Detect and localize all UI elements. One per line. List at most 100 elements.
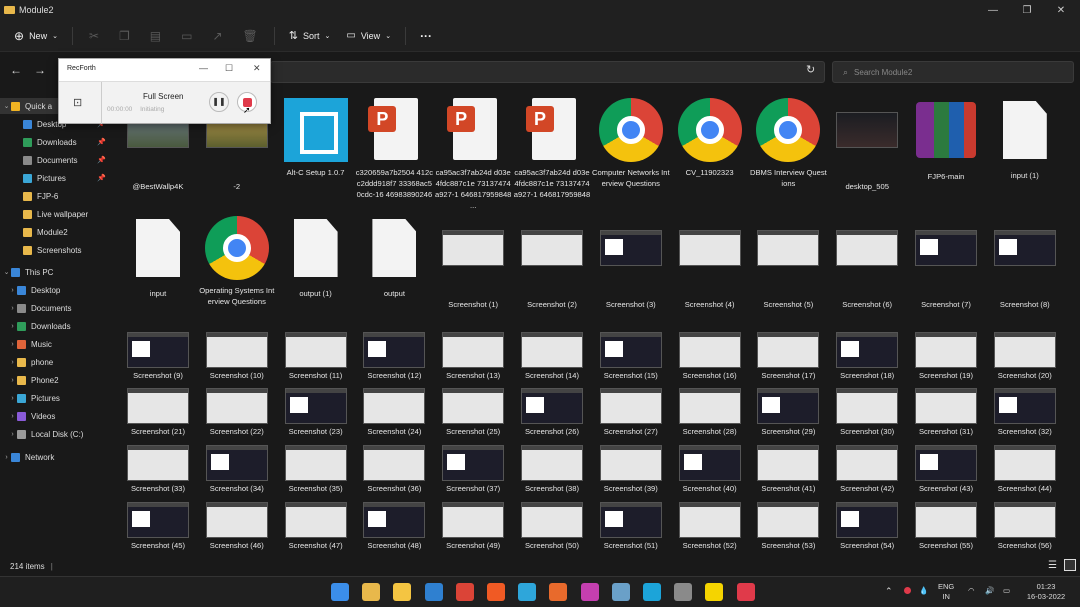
sidebar-item[interactable]: › phone (0, 354, 112, 370)
sidebar-item[interactable]: Module2 (0, 224, 112, 240)
file-item[interactable]: Screenshot (53) (749, 502, 827, 551)
file-item[interactable]: Screenshot (20) (986, 332, 1064, 381)
file-item[interactable]: Screenshot (5) (749, 216, 827, 310)
paste-icon[interactable]: ▤ (140, 24, 171, 48)
file-item[interactable]: input (119, 216, 197, 299)
cut-icon[interactable]: ✂ (79, 24, 109, 48)
file-item[interactable]: Screenshot (15) (592, 332, 670, 381)
copy-icon[interactable]: ❐ (109, 24, 140, 48)
file-item[interactable]: Screenshot (23) (277, 388, 355, 437)
wifi-icon[interactable]: ◠ (968, 586, 975, 596)
file-item[interactable]: Screenshot (38) (513, 445, 591, 494)
screen-source-icon[interactable]: ⊡ (73, 96, 82, 109)
more-options-button[interactable]: ··· (412, 24, 440, 48)
file-item[interactable]: CV_11902323 (671, 98, 749, 178)
file-item[interactable]: Screenshot (7) (907, 216, 985, 310)
file-item[interactable]: Screenshot (26) (513, 388, 591, 437)
file-item[interactable]: Operating Systems Interview Questions (198, 216, 276, 307)
file-item[interactable]: Screenshot (33) (119, 445, 197, 494)
chevron-right-icon[interactable]: › (8, 377, 17, 384)
sidebar-item[interactable]: › Phone2 (0, 372, 112, 388)
sticky-notes-icon[interactable] (705, 583, 724, 601)
chevron-right-icon[interactable]: › (8, 359, 17, 366)
altc-icon[interactable] (643, 583, 661, 601)
rename-icon[interactable]: ▭ (171, 24, 202, 48)
file-item[interactable]: Screenshot (8) (986, 216, 1064, 310)
file-item[interactable]: Screenshot (31) (907, 388, 985, 437)
chrome-icon[interactable] (455, 583, 474, 601)
address-bar[interactable]: ⌄ (270, 61, 864, 83)
file-item[interactable]: Screenshot (2) (513, 216, 591, 310)
settings-icon[interactable] (674, 583, 693, 601)
file-item[interactable]: FJP6-main (907, 98, 985, 182)
refresh-icon[interactable]: ↻ (806, 63, 815, 76)
file-item[interactable]: Screenshot (14) (513, 332, 591, 381)
sidebar-item[interactable]: Downloads 📌 (0, 134, 112, 150)
recforth-icon[interactable] (736, 583, 755, 601)
recorder-tray-icon[interactable] (904, 587, 911, 594)
delete-icon[interactable]: 🗑 (233, 24, 268, 48)
file-item[interactable]: Screenshot (29) (749, 388, 827, 437)
sidebar-item[interactable]: › Documents (0, 300, 112, 316)
recorder-maximize-button[interactable]: ☐ (225, 63, 233, 74)
language-indicator[interactable]: ENG IN (938, 582, 954, 602)
details-view-icon[interactable]: ☰ (1048, 560, 1057, 571)
sidebar-item[interactable]: › Pictures (0, 390, 112, 406)
chevron-right-icon[interactable]: › (8, 431, 17, 438)
file-item[interactable]: Screenshot (13) (434, 332, 512, 381)
file-item[interactable]: Screenshot (24) (355, 388, 433, 437)
sidebar-item[interactable]: › Local Disk (C:) (0, 426, 112, 442)
file-item[interactable]: Screenshot (42) (828, 445, 906, 494)
file-item[interactable]: Screenshot (34) (198, 445, 276, 494)
file-item[interactable]: Pca95ac3f7ab24d d03e4fdc887c1e 73137474a… (513, 98, 591, 200)
file-item[interactable]: Screenshot (54) (828, 502, 906, 551)
file-item[interactable]: Screenshot (9) (119, 332, 197, 381)
file-item[interactable]: output (1) (277, 216, 355, 299)
gallery-icon[interactable] (611, 583, 630, 601)
sidebar-item[interactable]: Live wallpaper (0, 206, 112, 222)
file-item[interactable]: Screenshot (16) (671, 332, 749, 381)
file-item[interactable]: Screenshot (21) (119, 388, 197, 437)
recorder-minimize-button[interactable]: — (199, 63, 208, 73)
file-item[interactable]: Screenshot (11) (277, 332, 355, 381)
file-item[interactable]: Screenshot (32) (986, 388, 1064, 437)
file-item[interactable]: Screenshot (50) (513, 502, 591, 551)
sidebar-item[interactable]: › Network (0, 449, 112, 465)
file-item[interactable]: Screenshot (36) (355, 445, 433, 494)
chevron-right-icon[interactable]: › (8, 395, 17, 402)
chevron-right-icon[interactable]: › (2, 454, 11, 461)
new-button[interactable]: ⊕ New ⌄ (6, 24, 66, 48)
file-item[interactable]: Screenshot (12) (355, 332, 433, 381)
sidebar-item[interactable]: › Videos (0, 408, 112, 424)
file-item[interactable]: Screenshot (18) (828, 332, 906, 381)
file-item[interactable]: Screenshot (1) (434, 216, 512, 310)
chevron-right-icon[interactable]: › (8, 341, 17, 348)
file-item[interactable]: Screenshot (47) (277, 502, 355, 551)
file-item[interactable]: Screenshot (25) (434, 388, 512, 437)
file-item[interactable]: Pca95ac3f7ab24d d03e4fdc887c1e 73137474a… (434, 98, 512, 211)
chevron-right-icon[interactable]: › (8, 413, 17, 420)
pause-button[interactable]: ❚❚ (209, 92, 229, 112)
brave-icon[interactable] (487, 583, 505, 601)
file-item[interactable]: input (1) (986, 98, 1064, 181)
file-item[interactable]: Screenshot (6) (828, 216, 906, 310)
tiles-view-icon[interactable] (1064, 559, 1076, 571)
vscode-icon[interactable] (424, 583, 443, 601)
file-item[interactable]: Screenshot (52) (671, 502, 749, 551)
forward-icon[interactable]: → (34, 63, 46, 77)
file-item[interactable]: Screenshot (56) (986, 502, 1064, 551)
view-button[interactable]: ▭ View ⌄ (338, 24, 399, 48)
file-item[interactable]: Alt-C Setup 1.0.7 (277, 98, 355, 178)
chevron-right-icon[interactable]: › (8, 305, 17, 312)
sidebar-item[interactable]: FJP-6 (0, 188, 112, 204)
file-explorer-icon[interactable] (393, 583, 412, 601)
chevron-right-icon[interactable]: › (8, 323, 17, 330)
file-item[interactable]: Screenshot (35) (277, 445, 355, 494)
file-item[interactable]: Screenshot (17) (749, 332, 827, 381)
sidebar-item[interactable]: › Desktop (0, 282, 112, 298)
file-item[interactable]: Screenshot (30) (828, 388, 906, 437)
sidebar-item[interactable]: Pictures 📌 (0, 170, 112, 186)
file-item[interactable]: Screenshot (19) (907, 332, 985, 381)
file-item[interactable]: Computer Networks Interview Questions (592, 98, 670, 189)
file-item[interactable]: desktop_505 (828, 98, 906, 192)
